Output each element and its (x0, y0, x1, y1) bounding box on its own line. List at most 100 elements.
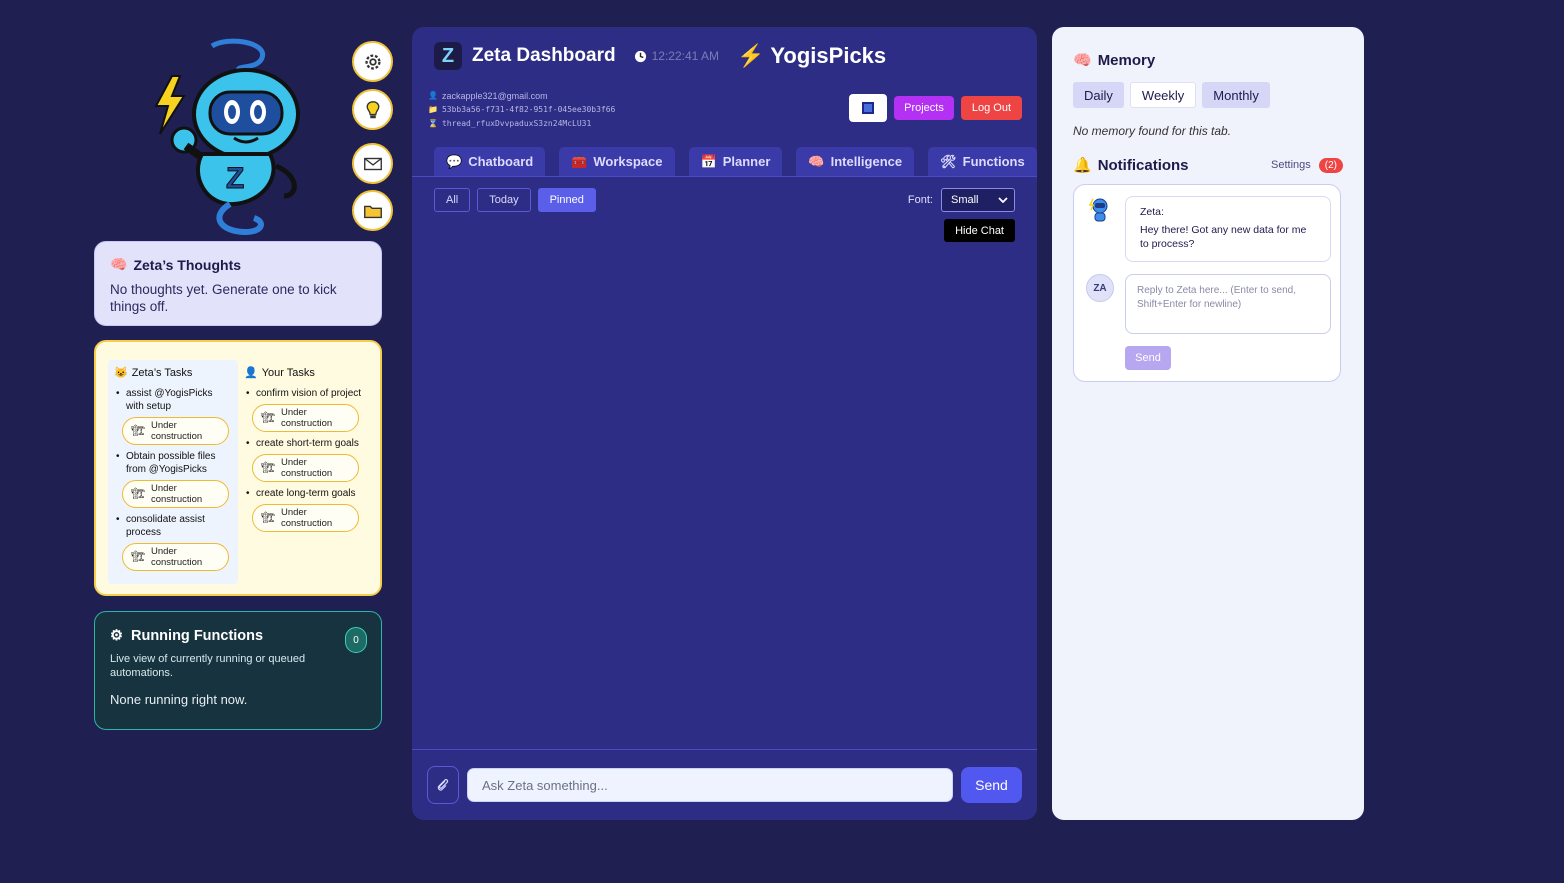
svg-text:Z: Z (226, 162, 244, 195)
cat-icon: 😺 (114, 367, 128, 379)
filter-all[interactable]: All (434, 188, 471, 212)
task-item: create long-term goals 🏗 Under constructio… (244, 487, 362, 532)
notifications-count-badge: (2) (1318, 157, 1343, 173)
tab-label: Functions (962, 154, 1025, 169)
hourglass-icon: ⌛ (428, 119, 438, 128)
folder-icon: 📁 (428, 105, 438, 114)
projects-button[interactable]: Projects (894, 96, 954, 120)
running-description: Live view of currently running or queued… (110, 653, 306, 679)
messages-button[interactable] (352, 143, 393, 184)
gear-icon (364, 53, 381, 70)
refresh-icon (862, 102, 875, 114)
notification-thread: Zeta: Hey there! Got any new data for me… (1073, 184, 1341, 382)
zeta-logo: Z (434, 42, 462, 70)
clock-icon (634, 50, 646, 62)
right-panel: 🧠 Memory Daily Weekly Monthly No memory fo… (1052, 27, 1364, 820)
attach-button[interactable] (427, 766, 459, 804)
running-functions-title: ⚙ Running Functions (110, 628, 264, 644)
task-status-badge: 🏗 Under construction (252, 454, 359, 482)
main-tabs: 💬 Chatboard 🧰 Workspace 📅 Planner 🧠 Intelligenc… (434, 147, 1037, 176)
tab-intelligence[interactable]: 🧠 Intelligence (796, 147, 915, 176)
send-button[interactable]: Send (961, 767, 1022, 803)
task-item: confirm vision of project 🏗 Under construc… (244, 387, 362, 432)
zeta-task-list: assist @YogisPicks with setup 🏗 Under cons… (114, 387, 232, 571)
tasks-card: 😺 Zeta’s Tasks assist @YogisPicks with s… (94, 340, 382, 596)
user-icon: 👤 (244, 367, 258, 379)
user-task-list: confirm vision of project 🏗 Under construc… (244, 387, 362, 532)
user-meta: 👤 zackapple321@gmail.com 📁 53bb3a56-f731-4… (428, 89, 615, 131)
gear-icon: ⚙ (110, 628, 123, 644)
brain-icon: 🧠 (110, 256, 128, 272)
tab-functions[interactable]: 🛠 Functions (928, 147, 1037, 176)
task-status-text: Under construction (150, 420, 203, 442)
notifications-title: 🔔 Notifications (1073, 156, 1189, 175)
reply-input[interactable]: Reply to Zeta here... (Enter to send, Sh… (1125, 274, 1331, 334)
zeta-tasks-column: 😺 Zeta’s Tasks assist @YogisPicks with s… (108, 360, 238, 584)
user-icon: 👤 (428, 91, 438, 100)
paperclip-icon (437, 778, 449, 791)
task-text: create short-term goals (256, 438, 359, 449)
task-status-text: Under construction (280, 457, 333, 479)
task-status-badge: 🏗 Under construction (122, 480, 229, 508)
tab-divider (412, 176, 1037, 177)
memory-tab-daily[interactable]: Daily (1073, 82, 1124, 108)
tab-label: Planner (722, 154, 771, 169)
main-panel: Z Zeta Dashboard 12:22:41 AM ⚡ YogisPick… (412, 27, 1037, 820)
task-text: assist @YogisPicks with setup (126, 388, 213, 412)
dashboard-title: Zeta Dashboard (472, 45, 616, 66)
tab-planner[interactable]: 📅 Planner (688, 147, 783, 176)
project-title: ⚡ YogisPicks (737, 43, 886, 69)
clock-time: 12:22:41 AM (651, 49, 719, 63)
notifications-header: 🔔 Notifications Settings (2) (1073, 156, 1343, 174)
tab-chatboard[interactable]: 💬 Chatboard (434, 147, 546, 176)
task-item: Obtain possible files from @YogisPicks 🏗 U… (114, 450, 232, 508)
user-email: zackapple321@gmail.com (441, 91, 548, 101)
logout-button[interactable]: Log Out (960, 96, 1022, 120)
header-actions: Projects Log Out (849, 94, 1022, 122)
task-status-text: Under construction (280, 407, 333, 429)
construction-icon: 🏗 (131, 487, 145, 500)
task-status-text: Under construction (150, 546, 203, 568)
zeta-avatar (1088, 198, 1108, 222)
tab-icon: 🛠 (940, 153, 957, 169)
ideas-button[interactable] (352, 89, 393, 130)
task-status-badge: 🏗 Under construction (252, 504, 359, 532)
user-avatar: ZA (1086, 274, 1114, 302)
task-item: create short-term goals 🏗 Under constructi… (244, 437, 362, 482)
tab-icon: 🧰 (571, 153, 588, 169)
running-count-badge: 0 (345, 627, 367, 653)
construction-icon: 🏗 (131, 550, 145, 563)
chevron-down-icon (998, 197, 1008, 203)
clock: 12:22:41 AM (634, 49, 719, 63)
memory-tab-monthly[interactable]: Monthly (1202, 82, 1270, 108)
memory-title: 🧠 Memory (1073, 51, 1156, 70)
bell-icon: 🔔 (1073, 157, 1092, 174)
notifications-settings-link[interactable]: Settings (1271, 159, 1311, 171)
files-button[interactable] (352, 190, 393, 231)
task-text: create long-term goals (256, 488, 356, 499)
tab-workspace[interactable]: 🧰 Workspace (559, 147, 675, 176)
running-empty-text: None running right now. (110, 692, 248, 707)
zeta-mascot-image: Z (154, 38, 300, 236)
chat-composer: Ask Zeta something... Send (412, 749, 1037, 820)
filter-pinned[interactable]: Pinned (537, 188, 596, 212)
construction-icon: 🏗 (131, 424, 145, 437)
tab-icon: 🧠 (808, 153, 825, 169)
filter-today[interactable]: Today (477, 188, 531, 212)
task-text: consolidate assist process (126, 514, 205, 538)
ask-input[interactable]: Ask Zeta something... (467, 768, 953, 802)
memory-tab-weekly[interactable]: Weekly (1129, 82, 1197, 108)
task-status-badge: 🏗 Under construction (252, 404, 359, 432)
refresh-button[interactable] (849, 94, 888, 122)
settings-button[interactable] (352, 41, 393, 82)
font-label: Font: (907, 194, 933, 206)
reply-send-button[interactable]: Send (1125, 346, 1171, 370)
font-size-select[interactable]: Small (941, 188, 1015, 212)
zeta-tasks-title: 😺 Zeta’s Tasks (114, 366, 193, 380)
memory-empty-text: No memory found for this tab. (1073, 124, 1232, 138)
folder-icon (363, 205, 382, 218)
construction-icon: 🏗 (261, 461, 275, 474)
hide-chat-button[interactable]: Hide Chat (944, 219, 1015, 242)
user-tasks-column: 👤 Your Tasks confirm vision of project 🏗 U… (238, 360, 368, 584)
mail-icon (363, 157, 382, 170)
